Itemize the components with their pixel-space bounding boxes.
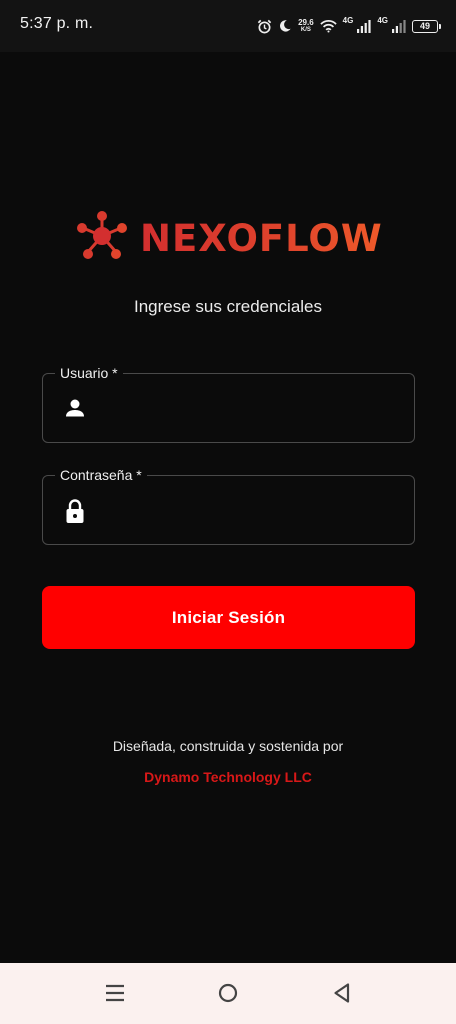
alarm-icon	[257, 19, 272, 34]
network-speed: 29.6 K/S	[298, 17, 314, 34]
battery-level: 49	[419, 21, 430, 31]
menu-icon[interactable]	[103, 981, 127, 1005]
status-icons: 29.6 K/S 4G 4G 49	[257, 14, 441, 38]
battery-icon: 49	[412, 19, 441, 33]
network-speed-unit: K/S	[300, 26, 311, 33]
username-input[interactable]	[101, 392, 402, 426]
credit-text: Diseñada, construida y sostenida por	[112, 738, 344, 754]
network-nodes-icon	[76, 210, 128, 267]
password-input[interactable]	[101, 494, 402, 528]
wifi-icon	[319, 19, 337, 33]
network-speed-value: 29.6	[298, 17, 314, 27]
password-label: Contraseña *	[55, 466, 147, 484]
username-label: Usuario *	[55, 364, 123, 382]
navigation-bar	[0, 963, 456, 1024]
signal-icon	[357, 19, 371, 33]
status-time: 5:37 p. m.	[20, 15, 94, 32]
brand-logo: NEXOFLOW	[76, 210, 383, 266]
signal-icon	[392, 19, 406, 33]
back-icon[interactable]	[330, 981, 354, 1005]
login-button[interactable]: Iniciar Sesión	[42, 586, 415, 649]
home-icon[interactable]	[216, 981, 240, 1005]
brand-name: NEXOFLOW	[140, 216, 383, 260]
password-field[interactable]: Contraseña *	[42, 466, 415, 545]
person-icon	[63, 396, 87, 420]
moon-icon	[278, 19, 292, 33]
login-subtitle: Ingrese sus credenciales	[133, 297, 323, 316]
lock-icon	[63, 498, 87, 523]
username-field[interactable]: Usuario *	[42, 364, 415, 443]
sim2-network-label: 4G	[377, 16, 388, 25]
status-bar: 5:37 p. m. 29.6 K/S 4G 4G 49	[0, 0, 456, 52]
company-name: Dynamo Technology LLC	[144, 769, 312, 785]
sim1-network-label: 4G	[342, 16, 354, 25]
